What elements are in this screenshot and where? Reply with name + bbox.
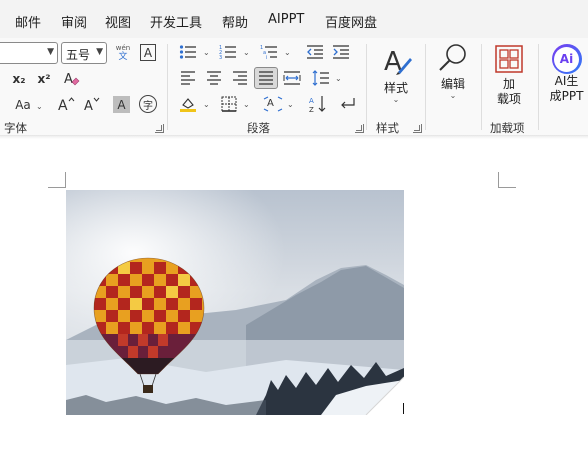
editing-button-label: 编辑 bbox=[440, 77, 465, 91]
svg-text:A: A bbox=[309, 97, 314, 105]
group-separator bbox=[538, 44, 539, 130]
ai-icon: Ai bbox=[551, 44, 582, 74]
shrink-font-icon[interactable]: A bbox=[84, 94, 102, 114]
subscript-label: x₂ bbox=[12, 72, 26, 86]
group-separator bbox=[366, 44, 367, 130]
font-size-value: 五号 bbox=[66, 48, 91, 62]
font-name-combo[interactable]: ▼ bbox=[0, 42, 58, 64]
tab-aippt[interactable]: AIPPT bbox=[268, 12, 304, 27]
chevron-down-icon: ⌄ bbox=[203, 100, 210, 109]
superscript-button[interactable]: x² bbox=[35, 70, 53, 88]
paragraph-shading-icon[interactable] bbox=[178, 95, 198, 113]
svg-text:Z: Z bbox=[309, 106, 314, 113]
tab-baidu-netdisk[interactable]: 百度网盘 bbox=[325, 12, 377, 31]
character-border-button[interactable]: A bbox=[140, 44, 156, 61]
font-size-combo[interactable]: 五号 ▼ bbox=[61, 42, 107, 64]
svg-text:A: A bbox=[64, 72, 73, 87]
group-separator bbox=[481, 44, 482, 130]
chevron-down-icon: ⌄ bbox=[243, 100, 250, 109]
show-marks-icon[interactable] bbox=[337, 95, 357, 113]
hot-air-balloon-image[interactable] bbox=[66, 190, 404, 415]
tab-mailings[interactable]: 邮件 bbox=[15, 12, 41, 31]
justify-icon[interactable] bbox=[254, 67, 278, 89]
borders-icon[interactable] bbox=[219, 95, 239, 113]
svg-text:3: 3 bbox=[219, 55, 222, 60]
phonetic-bottom: 文 bbox=[118, 52, 128, 62]
superscript-label: x² bbox=[37, 72, 51, 86]
styles-icon: A bbox=[384, 47, 412, 77]
phonetic-guide-button[interactable]: wén 文 bbox=[112, 42, 134, 64]
svg-text:A: A bbox=[84, 99, 93, 113]
crop-mark-top-right bbox=[498, 172, 516, 188]
crop-mark-top-left bbox=[48, 172, 66, 188]
addins-label-line2: 载项 bbox=[496, 92, 521, 106]
styles-button-label: 样式 bbox=[383, 81, 408, 95]
menu-bar: 邮件 审阅 视图 开发工具 帮助 AIPPT 百度网盘 bbox=[0, 0, 588, 38]
ai-label-line1: AI生 bbox=[554, 74, 579, 88]
editing-button[interactable]: 编辑 ⌄ bbox=[432, 42, 474, 108]
chinese-layout-icon[interactable]: A bbox=[262, 95, 284, 113]
line-spacing-icon[interactable] bbox=[311, 69, 331, 87]
styles-button[interactable]: A 样式 ⌄ bbox=[374, 44, 418, 110]
subscript-button[interactable]: x₂ bbox=[10, 70, 28, 88]
ai-badge: Ai bbox=[554, 46, 579, 72]
distributed-icon[interactable] bbox=[282, 69, 302, 87]
chevron-down-icon: ⌄ bbox=[284, 48, 291, 57]
paragraph-group-label: 段落 bbox=[247, 121, 270, 135]
chevron-down-icon: ⌄ bbox=[287, 100, 294, 109]
grow-font-icon[interactable]: A bbox=[58, 94, 76, 114]
svg-text:i: i bbox=[266, 55, 267, 60]
group-separator bbox=[425, 44, 426, 130]
chevron-down-icon: ⌄ bbox=[36, 102, 43, 111]
enclose-characters-button[interactable]: 字 bbox=[139, 95, 157, 113]
clear-formatting-icon[interactable]: A bbox=[62, 69, 82, 89]
change-case-label: Aa bbox=[15, 98, 31, 112]
paragraph-dialog-launcher-icon[interactable] bbox=[355, 124, 364, 133]
styles-dialog-launcher-icon[interactable] bbox=[413, 124, 422, 133]
chevron-down-icon: ⌄ bbox=[335, 74, 342, 83]
balloon-basket bbox=[143, 385, 153, 393]
svg-text:A: A bbox=[58, 98, 68, 113]
align-left-icon[interactable] bbox=[178, 69, 198, 87]
tab-review[interactable]: 审阅 bbox=[61, 12, 87, 31]
decrease-indent-icon[interactable] bbox=[305, 43, 325, 61]
ai-ppt-button[interactable]: Ai AI生 成PPT bbox=[545, 44, 588, 110]
ai-label-line2: 成PPT bbox=[549, 89, 584, 103]
ribbon: ▼ 五号 ▼ wén 文 A x₂ x² A Aa ⌄ A A A 字 字体 ⌄… bbox=[0, 38, 588, 139]
addins-group-label: 加载项 bbox=[490, 121, 525, 135]
chevron-down-icon: ⌄ bbox=[392, 95, 400, 104]
chevron-down-icon: ▼ bbox=[47, 47, 54, 57]
chevron-down-icon: ▼ bbox=[96, 47, 103, 57]
text-cursor bbox=[403, 403, 404, 414]
font-group-label: 字体 bbox=[4, 121, 27, 135]
align-right-icon[interactable] bbox=[230, 69, 250, 87]
addins-label-line1: 加 bbox=[502, 77, 515, 91]
tab-developer[interactable]: 开发工具 bbox=[150, 12, 202, 31]
align-center-icon[interactable] bbox=[204, 69, 224, 87]
addins-button[interactable]: 加 载项 bbox=[489, 44, 529, 110]
chevron-down-icon: ⌄ bbox=[203, 48, 210, 57]
change-case-button[interactable]: Aa bbox=[12, 96, 34, 114]
chevron-down-icon: ⌄ bbox=[243, 48, 250, 57]
sort-icon[interactable]: AZ bbox=[307, 94, 329, 114]
numbering-icon[interactable]: 123 bbox=[218, 43, 238, 61]
group-separator bbox=[167, 44, 168, 130]
border-char: A bbox=[143, 45, 153, 60]
character-shading-button[interactable]: A bbox=[113, 96, 130, 113]
tab-view[interactable]: 视图 bbox=[105, 12, 131, 31]
multilevel-list-icon[interactable]: 1ai bbox=[259, 43, 279, 61]
tab-help[interactable]: 帮助 bbox=[222, 12, 248, 31]
shading-char: A bbox=[117, 97, 126, 112]
bullets-icon[interactable] bbox=[178, 43, 198, 61]
increase-indent-icon[interactable] bbox=[331, 43, 351, 61]
addins-icon bbox=[495, 45, 523, 73]
enclose-char: 字 bbox=[143, 100, 153, 112]
styles-group-label: 样式 bbox=[376, 121, 399, 135]
svg-text:A: A bbox=[267, 98, 274, 109]
chevron-down-icon: ⌄ bbox=[449, 91, 457, 100]
search-icon bbox=[439, 44, 466, 71]
font-dialog-launcher-icon[interactable] bbox=[155, 124, 164, 133]
